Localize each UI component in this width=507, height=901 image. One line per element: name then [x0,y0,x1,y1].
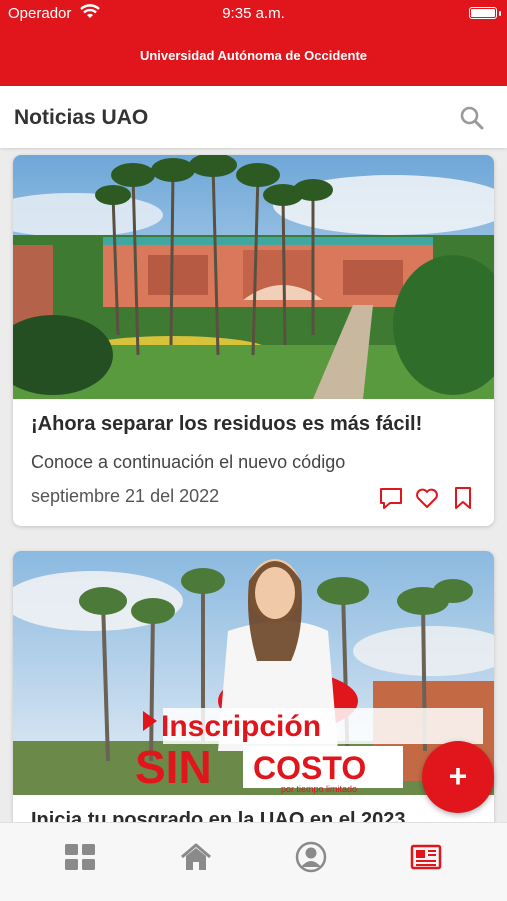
profile-icon[interactable] [294,841,328,873]
heart-icon[interactable] [414,485,440,511]
bottom-nav [0,822,507,901]
bookmark-icon[interactable] [450,485,476,511]
news-image[interactable]: Inscripción SIN COSTO por tiempo limitad… [13,551,494,795]
news-date: septiembre 21 del 2022 [31,486,220,506]
news-title[interactable]: ¡Ahora separar los residuos es más fácil… [31,413,422,436]
news-card[interactable]: ¡Ahora separar los residuos es más fácil… [13,155,494,526]
news-summary: Conoce a continuación el nuevo código [31,452,346,472]
promo-line2a: SIN [135,741,212,793]
battery-tip [499,11,501,16]
news-actions [378,485,478,511]
comment-icon[interactable] [378,485,404,511]
page-title: Noticias UAO [14,106,149,129]
grid-icon[interactable] [63,841,97,873]
home-icon[interactable] [179,841,213,873]
app-title: Universidad Autónoma de Occidente [139,48,368,63]
news-image[interactable] [13,155,494,399]
clock: 9:35 a.m. [222,5,285,22]
promo-line3: por tiempo limitado [281,784,357,794]
status-bar: Operador 9:35 a.m. [0,0,507,26]
search-icon[interactable] [459,105,485,131]
promo-line2b: COSTO [253,750,366,786]
news-card[interactable]: Inscripción SIN COSTO por tiempo limitad… [13,551,494,841]
section-header: Noticias UAO [0,86,507,148]
app-bar: Universidad Autónoma de Occidente [0,26,507,86]
battery-icon [469,7,497,19]
promo-line1: Inscripción [161,710,321,743]
add-button[interactable]: + [422,741,494,813]
newspaper-icon[interactable] [409,841,443,873]
